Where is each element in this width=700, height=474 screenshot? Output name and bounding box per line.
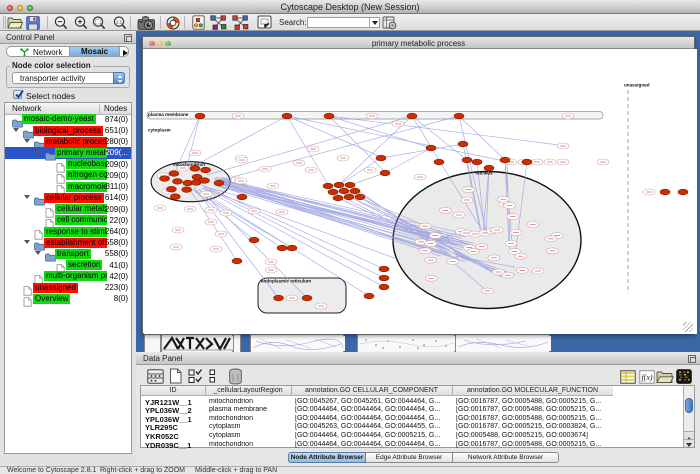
svg-text:mitochondrion: mitochondrion [173,162,205,167]
svg-text:unassigned: unassigned [624,83,650,88]
svg-text:f(x): f(x) [641,373,652,382]
svg-text:plasma membrane: plasma membrane [148,112,189,117]
svg-text:endoplasmic reticulum: endoplasmic reticulum [261,279,311,284]
svg-text:1:1: 1:1 [116,19,123,24]
svg-text:nucleus: nucleus [475,171,493,176]
svg-text:cytoplasm: cytoplasm [148,128,171,133]
